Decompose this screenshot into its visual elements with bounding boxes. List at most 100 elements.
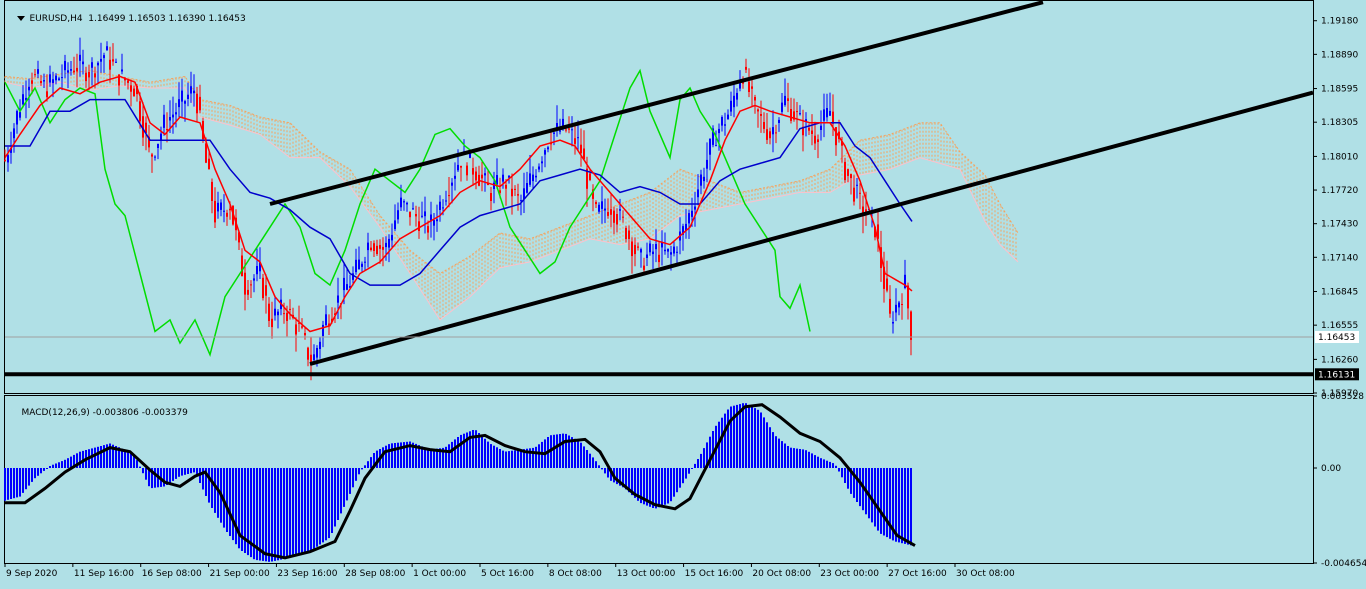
candle-body [154, 156, 156, 158]
price-tick-label: 1.16260 [1321, 355, 1358, 365]
price-tick-label: 1.17720 [1321, 186, 1358, 196]
candle-body [694, 206, 696, 210]
macd-histogram-bar [682, 468, 684, 484]
candle-body [727, 114, 729, 120]
macd-histogram-bar [727, 409, 729, 468]
macd-histogram-bar [64, 459, 66, 468]
candle-body [223, 210, 225, 212]
candle-body [181, 90, 183, 102]
candle-body [544, 150, 546, 155]
candle-body [364, 261, 366, 263]
time-tick-label: 23 Sep 16:00 [277, 569, 337, 579]
macd-histogram-bar [886, 468, 888, 538]
macd-histogram-bar [676, 468, 678, 493]
candle-body [409, 211, 411, 218]
macd-histogram-bar [493, 445, 495, 468]
macd-histogram-bar [661, 468, 663, 506]
candle-body [829, 110, 831, 116]
candle-body [511, 188, 513, 197]
candle-body [733, 95, 735, 108]
macd-histogram-bar [703, 448, 705, 468]
candle-body [412, 208, 414, 210]
candle-body [139, 101, 141, 122]
candle-body [394, 220, 396, 230]
macd-histogram-bar [559, 434, 561, 468]
macd-histogram-bar [187, 468, 189, 474]
chart-canvas[interactable]: 1.19180 1.18890 1.18595 1.18305 1.18010 1.177… [0, 0, 1366, 589]
macd-histogram-bar [901, 468, 903, 544]
macd-histogram-bar [25, 468, 27, 490]
candle-body [160, 133, 162, 140]
macd-tick-label: -0.004654 [1321, 559, 1366, 569]
macd-histogram-bar [553, 434, 555, 468]
candle-body [856, 184, 858, 186]
macd-histogram-bar [805, 450, 807, 468]
macd-histogram-bar [94, 447, 96, 468]
macd-histogram-bar [262, 468, 264, 561]
candle-body [37, 69, 39, 74]
macd-histogram-bar [46, 468, 48, 469]
candle-body [640, 249, 642, 253]
candle-body [76, 67, 78, 72]
macd-histogram-bar [601, 468, 603, 470]
macd-histogram-bar [193, 468, 195, 473]
macd-histogram-bar [721, 417, 723, 468]
chart-window[interactable]: EURUSD,H4 1.16499 1.16503 1.16390 1.1645… [0, 0, 1366, 589]
macd-histogram-bar [268, 468, 270, 562]
macd-histogram-bar [481, 435, 483, 468]
candle-body [826, 108, 828, 118]
candle-body [268, 303, 270, 321]
candle-body [199, 96, 201, 111]
candle-body [49, 74, 51, 83]
candle-body [460, 165, 462, 168]
candle-body [22, 94, 24, 105]
macd-histogram-bar [763, 417, 765, 468]
candle-body [631, 241, 633, 257]
candle-body [70, 69, 72, 71]
macd-histogram-bar [181, 468, 183, 476]
candle-body [55, 75, 57, 81]
candle-body [214, 200, 216, 223]
macd-histogram-bar [427, 448, 429, 468]
macd-histogram-bar [79, 451, 81, 468]
macd-histogram-bar [52, 464, 54, 468]
candle-body [433, 220, 435, 226]
candle-body [112, 59, 114, 62]
candle-body [676, 251, 678, 253]
candle-body [454, 175, 456, 179]
macd-signal-line [5, 403, 916, 560]
candle-body [832, 111, 834, 124]
candle-body [343, 277, 345, 291]
candle-body [316, 348, 318, 358]
macd-histogram-bar [595, 461, 597, 468]
macd-histogram-bar [232, 468, 234, 541]
candle-body [115, 61, 117, 63]
macd-histogram-bar [304, 468, 306, 554]
macd-histogram-bar [685, 468, 687, 479]
time-tick-label: 9 Sep 2020 [6, 569, 58, 579]
candle-body [226, 212, 228, 217]
time-tick-label: 23 Oct 00:00 [820, 569, 879, 579]
candle-body [796, 111, 798, 113]
macd-histogram-bar [841, 468, 843, 478]
candle-body [439, 201, 441, 210]
time-tick-label: 13 Oct 00:00 [617, 569, 676, 579]
candle-body [265, 285, 267, 296]
candle-body [784, 95, 786, 106]
candle-body [286, 312, 288, 321]
macd-histogram-bar [556, 434, 558, 468]
macd-histogram-bar [307, 468, 309, 553]
macd-histogram-bar [283, 468, 285, 559]
candle-body [769, 131, 771, 139]
candle-body [724, 124, 726, 126]
macd-histogram-bar [277, 468, 279, 561]
macd-histogram-bar [583, 446, 585, 468]
candle-body [472, 168, 474, 175]
candle-body [127, 80, 129, 83]
time-tick-label: 28 Sep 08:00 [345, 569, 405, 579]
macd-histogram-bar [289, 468, 291, 558]
trendlines [5, 0, 1314, 377]
macd-histogram-bar [502, 450, 504, 468]
macd-histogram-bar [673, 468, 675, 497]
macd-histogram-bar [688, 468, 690, 474]
